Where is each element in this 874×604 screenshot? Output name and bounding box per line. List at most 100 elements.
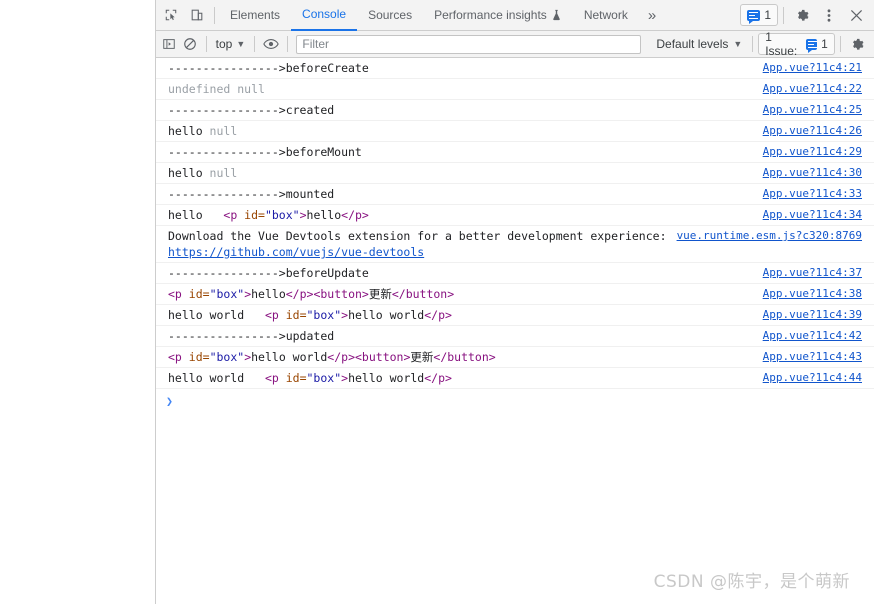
console-message-text: ---------------->mounted bbox=[156, 186, 753, 202]
console-message-row[interactable]: hello null App.vue?11c4:26 bbox=[156, 121, 874, 142]
gear-icon[interactable] bbox=[789, 3, 815, 27]
console-source-link[interactable]: App.vue?11c4:33 bbox=[753, 186, 874, 202]
console-message-row[interactable]: undefined null App.vue?11c4:22 bbox=[156, 79, 874, 100]
message-fragment: </p> bbox=[424, 308, 452, 322]
message-fragment: </p> bbox=[285, 287, 314, 301]
more-tabs-button[interactable]: » bbox=[639, 0, 665, 31]
message-fragment: 更新 bbox=[410, 350, 434, 364]
message-fragment: hello bbox=[168, 124, 210, 138]
message-fragment: > bbox=[299, 208, 307, 222]
tab-elements-label: Elements bbox=[230, 7, 281, 22]
devtools-window: Elements Console Sources Performance ins… bbox=[155, 0, 874, 604]
message-fragment: id= bbox=[285, 371, 307, 385]
filter-input[interactable] bbox=[296, 34, 642, 54]
beaker-icon bbox=[551, 9, 562, 21]
tabbar-right-actions: 1 bbox=[740, 3, 874, 27]
console-message-row[interactable]: hello world <p id="box">hello world</p> A… bbox=[156, 305, 874, 326]
csdn-watermark: CSDN @陈宇，是个萌新 bbox=[653, 572, 850, 592]
message-fragment: id= bbox=[244, 208, 265, 222]
message-fragment: hello bbox=[168, 208, 224, 222]
console-source-link[interactable]: App.vue?11c4:44 bbox=[753, 370, 874, 386]
prompt-caret-icon: ❯ bbox=[166, 394, 173, 408]
tab-console[interactable]: Console bbox=[291, 0, 358, 31]
console-source-link[interactable]: App.vue?11c4:37 bbox=[753, 265, 874, 281]
console-message-row[interactable]: Download the Vue Devtools extension for … bbox=[156, 226, 874, 263]
console-settings-gear-icon[interactable] bbox=[846, 33, 869, 55]
close-icon[interactable] bbox=[843, 3, 869, 27]
message-fragment: null bbox=[209, 166, 238, 180]
clear-console-icon[interactable] bbox=[179, 33, 200, 55]
message-fragment: "box" bbox=[209, 350, 245, 364]
console-sidebar-icon[interactable] bbox=[158, 33, 179, 55]
console-message-row[interactable]: hello null App.vue?11c4:30 bbox=[156, 163, 874, 184]
message-fragment: hello bbox=[168, 166, 210, 180]
console-message-row[interactable]: hello <p id="box">hello</p> App.vue?11c4:… bbox=[156, 205, 874, 226]
console-message-text: <p id="box">hello</p><button>更新</button> bbox=[156, 286, 753, 302]
console-source-link[interactable]: App.vue?11c4:26 bbox=[753, 123, 874, 139]
log-levels-label: Default levels bbox=[656, 37, 729, 51]
tab-elements[interactable]: Elements bbox=[219, 0, 291, 31]
message-fragment: ---------------->created bbox=[168, 103, 335, 117]
console-message-row[interactable]: ---------------->beforeCreate App.vue?11c… bbox=[156, 58, 874, 79]
console-source-link[interactable]: App.vue?11c4:39 bbox=[753, 307, 874, 323]
console-log-area[interactable]: ---------------->beforeCreate App.vue?11c… bbox=[156, 58, 874, 604]
console-toolbar-divider-1 bbox=[205, 36, 207, 52]
message-fragment: hello bbox=[251, 287, 286, 301]
tabbar-right-divider bbox=[783, 6, 784, 24]
console-message-text: ---------------->updated bbox=[156, 328, 753, 344]
message-fragment: ---------------->beforeUpdate bbox=[168, 266, 369, 280]
vue-devtools-link[interactable]: https://github.com/vuejs/vue-devtools bbox=[168, 245, 424, 259]
message-fragment: <p bbox=[264, 308, 286, 322]
message-fragment: "box" bbox=[306, 308, 342, 322]
tab-network[interactable]: Network bbox=[573, 0, 639, 31]
tab-sources[interactable]: Sources bbox=[357, 0, 423, 31]
console-source-link[interactable]: App.vue?11c4:43 bbox=[753, 349, 874, 365]
message-fragment: id= bbox=[188, 287, 210, 301]
console-source-link[interactable]: App.vue?11c4:38 bbox=[753, 286, 874, 302]
chevron-down-icon: ▼ bbox=[236, 38, 246, 49]
message-fragment: null bbox=[209, 124, 238, 138]
message-fragment: "box" bbox=[306, 371, 342, 385]
live-expression-eye-icon[interactable] bbox=[260, 33, 281, 55]
host-page-area bbox=[0, 0, 155, 604]
console-message-list: ---------------->beforeCreate App.vue?11c… bbox=[156, 58, 874, 389]
devtools-tabbar: Elements Console Sources Performance ins… bbox=[156, 0, 874, 31]
console-source-link[interactable]: App.vue?11c4:25 bbox=[753, 102, 874, 118]
inspect-cursor-icon[interactable] bbox=[158, 3, 184, 27]
console-message-row[interactable]: ---------------->updated App.vue?11c4:42 bbox=[156, 326, 874, 347]
device-toolbar-icon[interactable] bbox=[184, 3, 210, 27]
console-source-link[interactable]: App.vue?11c4:29 bbox=[753, 144, 874, 160]
message-fragment: ---------------->mounted bbox=[168, 187, 335, 201]
console-message-row[interactable]: ---------------->mounted App.vue?11c4:33 bbox=[156, 184, 874, 205]
console-source-link[interactable]: App.vue?11c4:34 bbox=[753, 207, 874, 223]
console-message-text: ---------------->created bbox=[156, 102, 753, 118]
console-message-row[interactable]: <p id="box">hello world</p><button>更新</b… bbox=[156, 347, 874, 368]
message-fragment: <button> bbox=[355, 350, 411, 364]
console-message-row[interactable]: hello world <p id="box">hello world</p> A… bbox=[156, 368, 874, 389]
console-source-link[interactable]: vue.runtime.esm.js?c320:8769 bbox=[667, 228, 874, 244]
execution-context-select[interactable]: top ▼ bbox=[212, 34, 250, 54]
console-source-link[interactable]: App.vue?11c4:22 bbox=[753, 81, 874, 97]
console-source-link[interactable]: App.vue?11c4:30 bbox=[753, 165, 874, 181]
message-fragment: <p bbox=[168, 287, 189, 301]
tab-performance-insights-label: Performance insights bbox=[434, 7, 547, 22]
console-issues-label: 1 Issue: bbox=[765, 30, 798, 58]
tab-performance-insights[interactable]: Performance insights bbox=[423, 0, 573, 31]
console-toolbar-divider-4 bbox=[752, 36, 754, 52]
console-source-link[interactable]: App.vue?11c4:21 bbox=[753, 60, 874, 76]
console-source-link[interactable]: App.vue?11c4:42 bbox=[753, 328, 874, 344]
issue-bubble-icon bbox=[747, 9, 761, 24]
console-message-row[interactable]: ---------------->beforeMount App.vue?11c4… bbox=[156, 142, 874, 163]
message-fragment: </p> bbox=[341, 208, 369, 222]
console-prompt-row[interactable]: ❯ bbox=[156, 389, 874, 411]
console-message-row[interactable]: ---------------->created App.vue?11c4:25 bbox=[156, 100, 874, 121]
console-message-text: ---------------->beforeMount bbox=[156, 144, 753, 160]
log-levels-select[interactable]: Default levels ▼ bbox=[651, 34, 747, 54]
message-fragment: hello world bbox=[251, 350, 328, 364]
kebab-menu-icon[interactable] bbox=[816, 3, 842, 27]
console-message-row[interactable]: <p id="box">hello</p><button>更新</button>… bbox=[156, 284, 874, 305]
console-issues-chip[interactable]: 1 Issue: 1 bbox=[758, 30, 835, 58]
console-message-row[interactable]: ---------------->beforeUpdate App.vue?11c… bbox=[156, 263, 874, 284]
issues-badge[interactable]: 1 bbox=[740, 4, 778, 26]
tab-sources-label: Sources bbox=[368, 7, 413, 22]
